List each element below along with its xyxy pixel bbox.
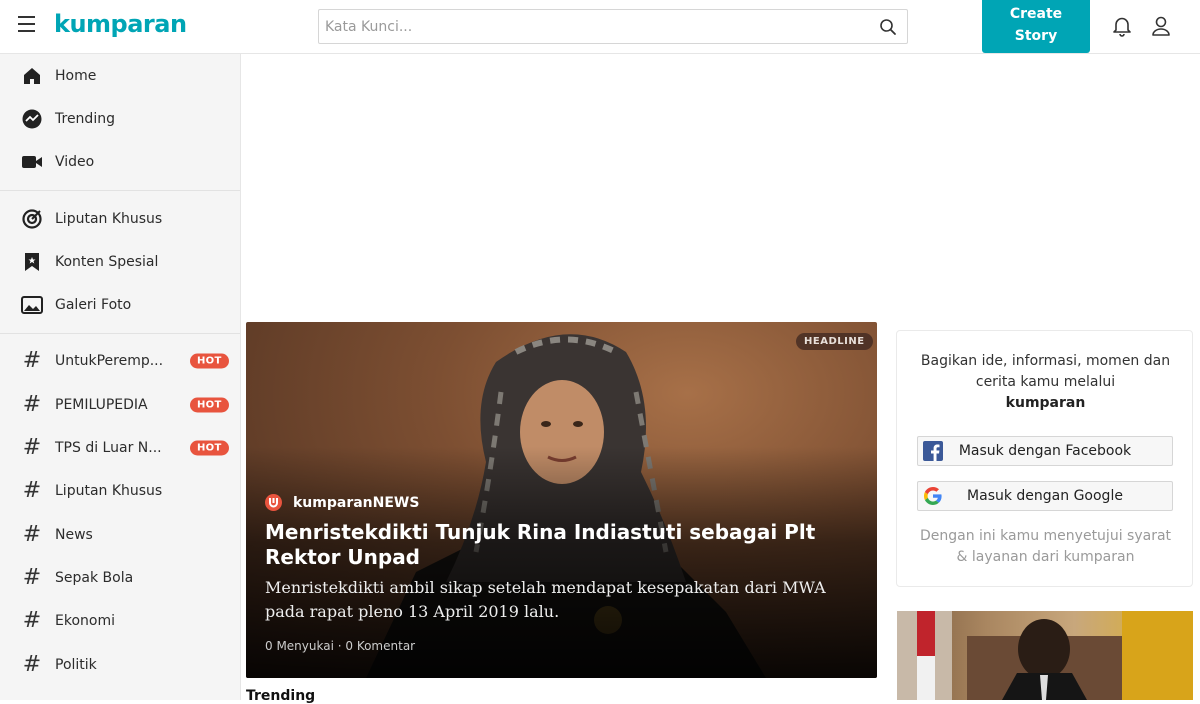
sidebar-item-video[interactable]: Video <box>0 141 240 184</box>
headline-badge: HEADLINE <box>796 333 873 350</box>
sidebar-topic-label: UntukPeremp... <box>55 353 164 370</box>
hashtag-icon: # <box>22 651 42 677</box>
create-story-button[interactable]: Create Story <box>982 0 1090 53</box>
hot-badge: HOT <box>190 440 229 456</box>
sidebar-item-label: Galeri Foto <box>55 297 132 314</box>
create-story-label-line1: Create <box>1009 6 1063 22</box>
sidebar-news-image[interactable] <box>897 611 1193 700</box>
google-icon <box>923 486 943 506</box>
facebook-login-label: Masuk dengan Facebook <box>958 443 1132 459</box>
sidebar-item-label: Konten Spesial <box>55 253 159 270</box>
headline-title[interactable]: Menristekdikti Tunjuk Rina Indiastuti se… <box>265 520 855 570</box>
sidebar-topic-label: Ekonomi <box>55 613 115 630</box>
trending-icon <box>21 108 43 130</box>
sidebar-item-label: Trending <box>55 110 115 127</box>
image-icon <box>21 294 43 316</box>
login-intro: Bagikan ide, informasi, momen dan cerita… <box>917 351 1174 414</box>
login-terms: Dengan ini kamu menyetujui syarat & laya… <box>919 528 1172 565</box>
sidebar-topic-label: Politik <box>55 656 97 673</box>
sidebar-topic-label: News <box>55 526 93 543</box>
search-input[interactable] <box>319 10 859 43</box>
sidebar-item-liputan-khusus[interactable]: Liputan Khusus <box>0 197 240 240</box>
sidebar-topic-label: Sepak Bola <box>55 569 134 586</box>
sidebar-topic-news[interactable]: # News <box>0 513 240 556</box>
target-icon <box>21 208 43 230</box>
publisher[interactable]: kumparanNEWS <box>265 494 419 511</box>
sidebar-item-home[interactable]: Home <box>0 54 240 97</box>
sidebar-item-konten-spesial[interactable]: Konten Spesial <box>0 240 240 283</box>
trending-section-title: Trending <box>246 688 316 704</box>
headline-description: Menristekdikti ambil sikap setelah menda… <box>265 578 826 621</box>
bookmark-icon <box>21 251 43 273</box>
home-icon <box>21 65 43 87</box>
google-login-button[interactable]: Masuk dengan Google <box>917 481 1173 511</box>
sidebar-topic-untukperempuan[interactable]: # UntukPeremp... HOT <box>0 340 240 383</box>
search-box <box>318 9 908 44</box>
headline-card[interactable]: HEADLINE kumparanNEWS Menristekdikti Tun… <box>246 322 877 678</box>
user-icon[interactable] <box>1150 15 1172 41</box>
create-story-label-line2: Story <box>1014 28 1058 44</box>
hashtag-icon: # <box>22 564 42 590</box>
sidebar-topic-sepak-bola[interactable]: # Sepak Bola <box>0 556 240 599</box>
video-icon <box>21 151 43 173</box>
bell-icon[interactable] <box>1111 15 1133 41</box>
sidebar-topic-ekonomi[interactable]: # Ekonomi <box>0 600 240 643</box>
publisher-name: kumparanNEWS <box>293 494 420 511</box>
sidebar-topic-politik[interactable]: # Politik <box>0 643 240 686</box>
sidebar-item-galeri-foto[interactable]: Galeri Foto <box>0 283 240 326</box>
sidebar-item-trending[interactable]: Trending <box>0 97 240 140</box>
hashtag-icon: # <box>22 391 42 417</box>
search-icon[interactable] <box>879 18 897 40</box>
sidebar-topic-pemilupedia[interactable]: # PEMILUPEDIA HOT <box>0 383 240 426</box>
facebook-icon <box>923 441 943 461</box>
hamburger-menu-icon[interactable] <box>18 16 38 36</box>
hashtag-icon: # <box>22 478 42 504</box>
login-intro-brand: kumparan <box>1005 395 1086 411</box>
kumparannews-logo-icon <box>265 494 282 511</box>
facebook-login-button[interactable]: Masuk dengan Facebook <box>917 436 1173 466</box>
sidebar-item-label: Home <box>55 67 97 84</box>
sidebar-topic-liputan-khusus[interactable]: # Liputan Khusus <box>0 470 240 513</box>
sidebar-topic-label: TPS di Luar N... <box>55 440 162 457</box>
top-header: kumparan Create Story <box>0 0 1200 54</box>
sidebar-divider <box>0 332 240 334</box>
login-intro-text: Bagikan ide, informasi, momen dan cerita… <box>920 353 1171 390</box>
sidebar-item-label: Video <box>55 154 95 171</box>
hashtag-icon: # <box>22 521 42 547</box>
hashtag-icon: # <box>22 435 42 461</box>
kumparan-logo[interactable]: kumparan <box>54 10 187 38</box>
sidebar-divider <box>0 189 240 191</box>
sidebar: Home Trending Video Liputan Khusus Konte… <box>0 54 241 700</box>
sidebar-topic-label: PEMILUPEDIA <box>55 396 148 413</box>
sidebar-news-photo <box>897 611 1193 700</box>
hashtag-icon: # <box>22 348 42 374</box>
hot-badge: HOT <box>190 397 229 413</box>
google-login-label: Masuk dengan Google <box>967 488 1123 504</box>
hot-badge: HOT <box>190 353 229 369</box>
headline-meta: 0 Menyukai · 0 Komentar <box>265 639 416 653</box>
sidebar-topic-label: Liputan Khusus <box>55 483 163 500</box>
sidebar-item-label: Liputan Khusus <box>55 210 163 227</box>
login-card: Bagikan ide, informasi, momen dan cerita… <box>896 330 1193 587</box>
hashtag-icon: # <box>22 608 42 634</box>
sidebar-topic-tps-di-luar-negeri[interactable]: # TPS di Luar N... HOT <box>0 426 240 469</box>
